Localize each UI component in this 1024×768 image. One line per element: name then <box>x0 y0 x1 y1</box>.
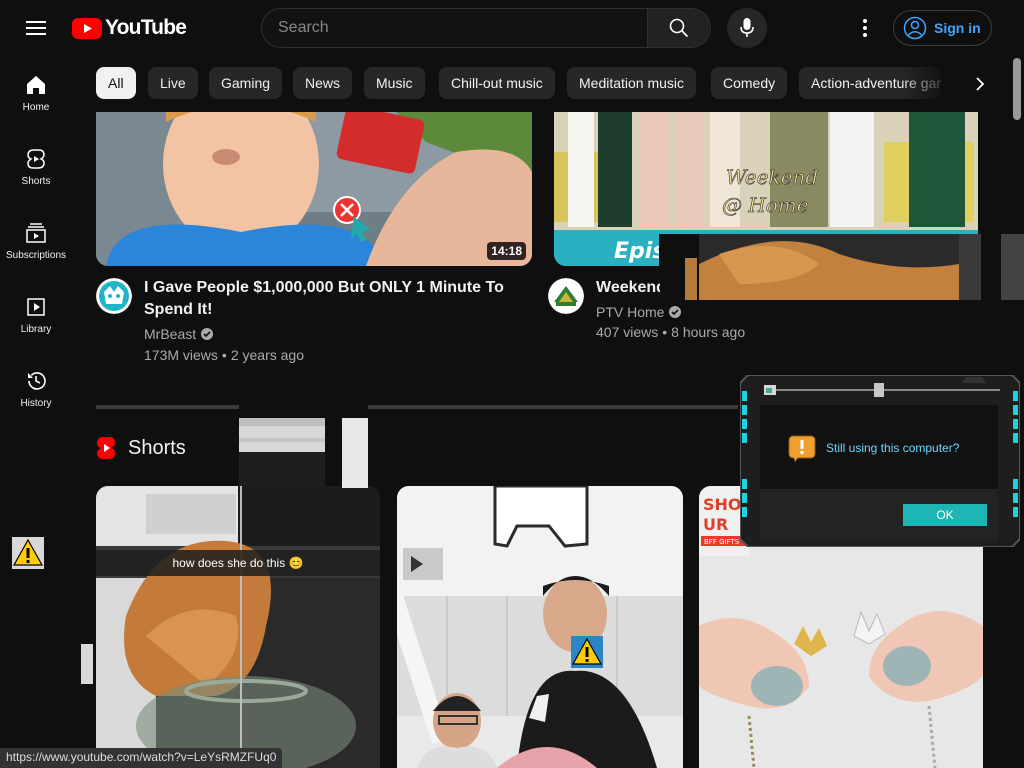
info-bubble-icon <box>788 435 816 462</box>
badge-text-3: BFF GIFTS <box>704 538 740 546</box>
thumb-text-at-home: @ Home <box>722 193 809 217</box>
meta-separator: • <box>662 324 668 340</box>
mini-guide: Home Shorts Subscriptions Library Histor… <box>0 56 72 768</box>
sidebar-label-history: History <box>20 398 52 409</box>
short-card-2[interactable] <box>397 486 683 768</box>
glitch-fragment <box>81 644 93 684</box>
search-box <box>261 8 711 48</box>
voice-search-button[interactable] <box>727 8 767 48</box>
chip-news[interactable]: News <box>293 67 353 99</box>
chevron-right-icon <box>976 77 985 91</box>
chips-fade <box>900 60 960 106</box>
sidebar-label-shorts: Shorts <box>21 176 51 187</box>
microphone-icon <box>740 18 754 37</box>
channel-name-1[interactable]: MrBeast <box>144 324 196 344</box>
channel-avatar-ptv-home[interactable] <box>548 278 584 314</box>
scrollbar-thumb[interactable] <box>1013 58 1021 120</box>
youtube-play-icon <box>72 17 102 39</box>
still-using-dialog: Still using this computer? OK <box>740 375 1020 547</box>
thumbnail-image-boy-card <box>96 112 532 266</box>
sidebar-label-library: Library <box>20 324 52 335</box>
dialog-ok-button[interactable]: OK <box>903 504 987 526</box>
chip-meditation-music[interactable]: Meditation music <box>567 67 697 99</box>
chip-gaming[interactable]: Gaming <box>209 67 283 99</box>
search-input[interactable] <box>262 9 648 47</box>
view-count-2: 407 views <box>596 324 659 340</box>
glitch-fragment <box>342 418 368 488</box>
glitch-overlay-cat <box>659 234 1024 300</box>
sidebar-label-home: Home <box>22 102 50 113</box>
warning-icon[interactable] <box>12 537 44 569</box>
chip-chill-out-music[interactable]: Chill-out music <box>439 67 555 99</box>
search-button[interactable] <box>647 9 710 47</box>
channel-name-2[interactable]: PTV Home <box>596 302 664 322</box>
more-vertical-icon <box>863 19 867 37</box>
sidebar-item-home[interactable]: Home <box>4 58 68 132</box>
sidebar-item-library[interactable]: Library <box>4 280 68 354</box>
upload-age-1: 2 years ago <box>230 347 304 363</box>
warning-icon <box>571 636 603 668</box>
top-bar: YouTube Sign in <box>0 0 1024 56</box>
video-stats-1: 173M views • 2 years ago <box>144 345 304 365</box>
search-icon <box>669 18 689 38</box>
chip-live[interactable]: Live <box>148 67 198 99</box>
meta-separator: • <box>221 347 227 363</box>
sign-in-label: Sign in <box>934 20 981 36</box>
subscriptions-icon <box>26 223 46 243</box>
badge-text-2: UR <box>703 515 728 534</box>
chip-music[interactable]: Music <box>364 67 425 99</box>
short-caption-overlay: how does she do this 😊 <box>96 550 380 576</box>
badge-text-1: SHO <box>703 495 742 514</box>
video-duration: 14:18 <box>487 242 526 260</box>
short-card-1[interactable]: how does she do this 😊 <box>96 486 380 768</box>
shorts-icon <box>27 149 45 169</box>
dialog-message: Still using this computer? <box>826 441 960 455</box>
short-thumbnail-man-kitchen <box>397 486 683 768</box>
view-count-1: 173M views <box>144 347 218 363</box>
video-stats-2: 407 views • 8 hours ago <box>596 322 745 342</box>
home-icon <box>27 76 45 94</box>
library-icon <box>27 298 45 316</box>
thumb-banner-text: Epis <box>614 239 665 264</box>
section-divider <box>96 405 239 409</box>
sign-in-button[interactable]: Sign in <box>893 10 992 46</box>
video-channel-row-2: PTV Home <box>596 302 682 322</box>
ptv-home-avatar-image <box>548 278 584 314</box>
video-title-2[interactable]: Weekend <box>596 277 660 299</box>
short-thumbnail-cat-jar <box>96 486 380 768</box>
chips-next-button[interactable] <box>960 64 1000 104</box>
verified-icon <box>669 306 682 318</box>
youtube-logo[interactable]: YouTube <box>72 16 187 40</box>
page-scrollbar[interactable] <box>1010 56 1024 768</box>
logo-text: YouTube <box>105 16 187 39</box>
account-circle-icon <box>903 16 927 40</box>
shorts-shelf-header: Shorts <box>96 432 186 464</box>
sidebar-item-subscriptions[interactable]: Subscriptions <box>4 206 68 280</box>
verified-icon <box>201 328 214 340</box>
channel-avatar-mrbeast[interactable] <box>96 278 132 314</box>
video-thumbnail-1[interactable]: 14:18 <box>96 112 532 266</box>
sidebar-item-shorts[interactable]: Shorts <box>4 132 68 206</box>
history-icon <box>28 372 46 390</box>
thumb-text-weekend: Weekend <box>726 165 818 189</box>
mrbeast-avatar-image <box>96 278 132 314</box>
shorts-logo-icon <box>97 437 115 459</box>
video-channel-row-1: MrBeast <box>144 324 214 344</box>
chip-all[interactable]: All <box>96 67 136 99</box>
guide-menu-button[interactable] <box>16 8 56 48</box>
sidebar-label-subscriptions: Subscriptions <box>5 250 67 261</box>
section-divider <box>368 405 738 409</box>
shorts-heading: Shorts <box>128 436 186 459</box>
chip-comedy[interactable]: Comedy <box>711 67 788 99</box>
settings-more-button[interactable] <box>845 8 885 48</box>
hamburger-icon <box>26 21 46 35</box>
upload-age-2: 8 hours ago <box>671 324 746 340</box>
status-bar-url: https://www.youtube.com/watch?v=LeYsRMZF… <box>0 748 283 768</box>
sidebar-item-history[interactable]: History <box>4 354 68 428</box>
video-title-1[interactable]: I Gave People $1,000,000 But ONLY 1 Minu… <box>144 277 524 321</box>
